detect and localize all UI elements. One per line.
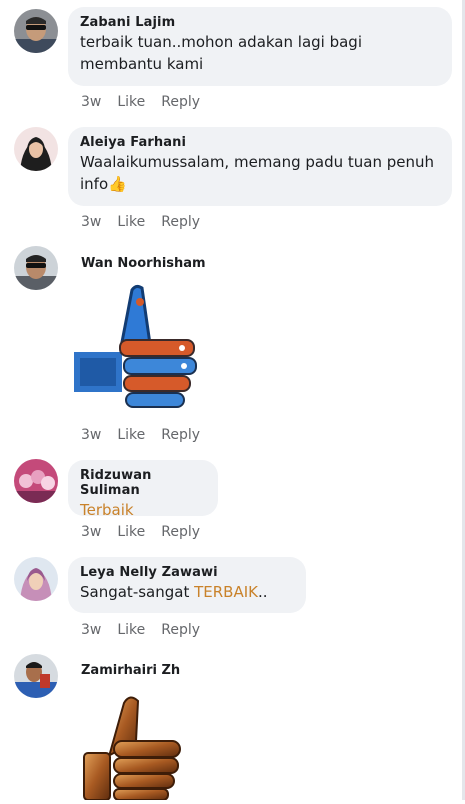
like-button[interactable]: Like	[117, 427, 145, 443]
comment-actions: 3w Like Reply	[81, 427, 200, 443]
reply-button[interactable]: Reply	[161, 214, 200, 230]
comment-text: terbaik tuan..mohon adakan lagi bagi	[80, 33, 362, 51]
profile-photo-icon	[14, 459, 58, 503]
commenter-name[interactable]: Ridzuwan Suliman	[80, 468, 206, 498]
timestamp: 3w	[81, 214, 102, 230]
comment-text-line: info👍	[80, 173, 440, 195]
timestamp: 3w	[81, 427, 102, 443]
avatar[interactable]	[14, 9, 58, 53]
reply-button[interactable]: Reply	[161, 622, 200, 638]
comment-text-highlight: TERBAIK	[194, 583, 258, 601]
reply-button[interactable]: Reply	[161, 94, 200, 110]
avatar[interactable]	[14, 557, 58, 601]
comment-actions: 3w Like Reply	[81, 94, 200, 110]
timestamp: 3w	[81, 524, 102, 540]
bronze-thumbs-up-icon	[83, 696, 181, 801]
commenter-name[interactable]: Zabani Lajim	[80, 15, 440, 30]
like-button[interactable]: Like	[117, 622, 145, 638]
comment-actions: 3w Like Reply	[81, 524, 200, 540]
robot-thumbs-up-sticker[interactable]	[72, 282, 202, 414]
thumbs-up-emoji-icon: 👍	[108, 175, 127, 193]
reply-button[interactable]: Reply	[161, 427, 200, 443]
like-button[interactable]: Like	[117, 524, 145, 540]
comment-bubble: Aleiya Farhani Waalaikumussalam, memang …	[68, 127, 452, 206]
comment-text: membantu kami	[80, 55, 204, 73]
reply-button[interactable]: Reply	[161, 524, 200, 540]
avatar[interactable]	[14, 127, 58, 171]
profile-photo-icon	[14, 246, 58, 290]
avatar[interactable]	[14, 459, 58, 503]
comment-actions: 3w Like Reply	[81, 622, 200, 638]
bronze-thumbs-up-sticker[interactable]	[80, 693, 190, 801]
profile-photo-icon	[14, 9, 58, 53]
avatar[interactable]	[14, 654, 58, 698]
commenter-name[interactable]: Wan Noorhisham	[81, 256, 206, 271]
timestamp: 3w	[81, 94, 102, 110]
like-button[interactable]: Like	[117, 94, 145, 110]
profile-photo-icon	[14, 654, 58, 698]
comment-text: info	[80, 175, 109, 193]
commenter-name[interactable]: Zamirhairi Zh	[81, 663, 180, 678]
comment-text: Waalaikumussalam, memang padu tuan penuh	[80, 153, 435, 171]
comment-bubble: Zabani Lajim terbaik tuan..mohon adakan …	[68, 7, 452, 86]
comment-text: Terbaik	[80, 501, 134, 519]
avatar[interactable]	[14, 246, 58, 290]
comment-text-line: Sangat-sangat TERBAIK..	[80, 581, 294, 603]
timestamp: 3w	[81, 622, 102, 638]
comment-text: Sangat-sangat	[80, 583, 195, 601]
commenter-name[interactable]: Aleiya Farhani	[80, 135, 440, 150]
commenter-name[interactable]: Leya Nelly Zawawi	[80, 565, 294, 580]
comment-actions: 3w Like Reply	[81, 214, 200, 230]
comment-bubble: Leya Nelly Zawawi Sangat-sangat TERBAIK.…	[68, 557, 306, 613]
comment-text: ..	[257, 583, 268, 601]
profile-photo-icon	[14, 127, 58, 171]
robot-thumbs-up-icon	[74, 284, 197, 408]
profile-photo-icon	[14, 557, 58, 601]
comment-bubble: Ridzuwan Suliman Terbaik	[68, 460, 218, 519]
like-button[interactable]: Like	[117, 214, 145, 230]
